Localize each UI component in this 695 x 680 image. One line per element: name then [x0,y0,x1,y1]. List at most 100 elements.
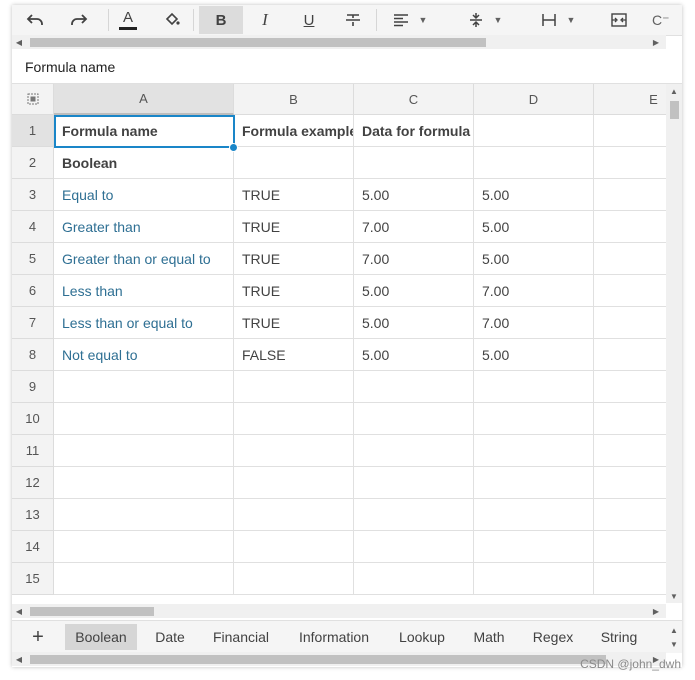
vertical-scrollbar[interactable]: ▲ ▼ [666,84,682,603]
grid-cell[interactable] [594,339,666,371]
grid-cell[interactable]: 5.00 [474,179,594,211]
row-header[interactable]: 11 [12,435,54,467]
grid-cell[interactable] [54,403,234,435]
grid-cell[interactable] [354,147,474,179]
grid-cell[interactable] [474,435,594,467]
add-sheet-button[interactable]: + [20,624,56,650]
grid-cell[interactable] [54,467,234,499]
sheet-tab-financial[interactable]: Financial [203,624,279,650]
sheet-horizontal-scrollbar[interactable]: ◀ ▶ [12,604,666,618]
row-header[interactable]: 7 [12,307,54,339]
sheet-tab-string[interactable]: String [590,624,648,650]
select-all-button[interactable] [12,84,54,115]
grid-cell[interactable] [234,499,354,531]
merge-cells-button[interactable] [604,6,634,34]
grid-cell[interactable] [474,531,594,563]
row-header[interactable]: 2 [12,147,54,179]
grid-cell[interactable] [474,499,594,531]
grid-cell[interactable] [234,403,354,435]
grid-cell[interactable] [354,499,474,531]
grid-cell[interactable] [354,403,474,435]
row-header[interactable]: 5 [12,243,54,275]
sheet-tab-math[interactable]: Math [465,624,513,650]
grid-cell[interactable]: Greater than [54,211,234,243]
grid-cell[interactable]: 7.00 [354,243,474,275]
grid-cell[interactable]: 5.00 [474,243,594,275]
row-header[interactable]: 8 [12,339,54,371]
tabs-scroll-down-icon[interactable]: ▼ [667,637,681,651]
grid-cell[interactable]: 5.00 [354,307,474,339]
grid-cell[interactable] [474,115,594,147]
grid-cell[interactable]: TRUE [234,243,354,275]
scroll-right-icon[interactable]: ▶ [649,35,663,49]
grid-cell[interactable] [474,403,594,435]
column-header[interactable]: A [54,84,234,115]
grid-cell[interactable] [354,371,474,403]
more-tools-button[interactable]: C⁻ [652,6,682,34]
row-header[interactable]: 12 [12,467,54,499]
grid-cell[interactable]: Formula example [234,115,354,147]
column-header[interactable]: B [234,84,354,115]
grid-cell[interactable] [594,179,666,211]
grid-cell[interactable] [474,563,594,595]
fill-color-button[interactable] [157,6,187,34]
formula-bar[interactable]: Formula name [12,49,682,84]
italic-button[interactable]: I [250,6,280,34]
grid-cell[interactable] [594,499,666,531]
grid-cell[interactable] [234,147,354,179]
font-color-button[interactable]: A [113,6,143,34]
grid-cell[interactable] [234,563,354,595]
grid-cell[interactable]: Boolean [54,147,234,179]
scroll-left-icon[interactable]: ◀ [12,35,26,49]
grid-cell[interactable] [594,275,666,307]
grid-cell[interactable] [594,435,666,467]
grid-cell[interactable] [54,563,234,595]
grid-cell[interactable] [594,147,666,179]
strikethrough-button[interactable] [338,6,368,34]
scroll-down-icon[interactable]: ▼ [667,589,681,603]
grid-cell[interactable]: FALSE [234,339,354,371]
toolbar-scrollbar[interactable]: ◀ ▶ [12,35,666,49]
redo-button[interactable] [64,6,94,34]
scrollbar-thumb[interactable] [30,607,154,616]
grid-cell[interactable]: 5.00 [354,179,474,211]
scrollbar-thumb[interactable] [30,655,606,664]
bold-button[interactable]: B [199,6,243,34]
row-header[interactable]: 4 [12,211,54,243]
sheet-tab-information[interactable]: Information [288,624,380,650]
grid-cell[interactable] [594,403,666,435]
column-header[interactable]: C [354,84,474,115]
column-header[interactable]: E [594,84,666,115]
sheet-tab-boolean[interactable]: Boolean [65,624,137,650]
grid-cell[interactable] [594,563,666,595]
grid-cell[interactable]: TRUE [234,211,354,243]
row-header[interactable]: 10 [12,403,54,435]
grid-cell[interactable] [474,147,594,179]
grid-cell[interactable]: 5.00 [354,275,474,307]
tabs-scroll-up-icon[interactable]: ▲ [667,623,681,637]
grid-cell[interactable]: Greater than or equal to [54,243,234,275]
row-header[interactable]: 1 [12,115,54,147]
grid-cell[interactable] [354,531,474,563]
row-header[interactable]: 13 [12,499,54,531]
grid-cell[interactable]: 5.00 [354,339,474,371]
grid-cell[interactable] [354,435,474,467]
scroll-up-icon[interactable]: ▲ [667,84,681,98]
grid-cell[interactable] [474,371,594,403]
undo-button[interactable] [20,6,50,34]
grid-cell[interactable] [54,435,234,467]
grid-cell[interactable]: TRUE [234,307,354,339]
grid-cell[interactable]: 7.00 [474,307,594,339]
row-header[interactable]: 14 [12,531,54,563]
grid-cell[interactable]: TRUE [234,275,354,307]
fill-handle[interactable] [229,143,238,152]
grid-cell[interactable]: Data for formula [354,115,474,147]
sheet-tab-lookup[interactable]: Lookup [389,624,455,650]
grid-cell[interactable] [234,531,354,563]
grid-cell[interactable]: 5.00 [474,339,594,371]
sheet-tab-date[interactable]: Date [143,624,197,650]
grid-cell[interactable] [594,467,666,499]
row-header[interactable]: 6 [12,275,54,307]
grid-cell[interactable] [594,211,666,243]
grid-cell[interactable]: 7.00 [354,211,474,243]
